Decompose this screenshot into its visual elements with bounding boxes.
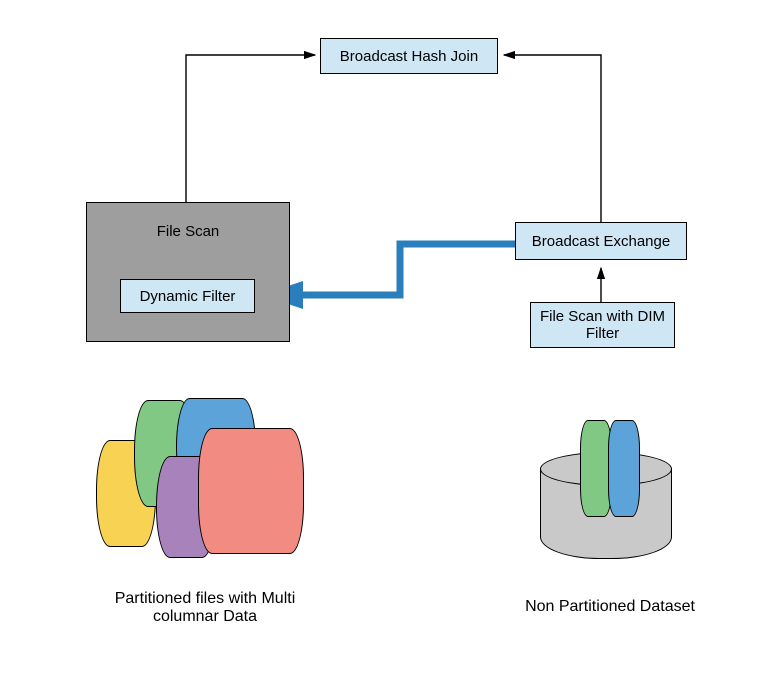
caption-left: Partitioned files with Multi columnar Da…: [90, 590, 320, 626]
caption-right: Non Partitioned Dataset: [520, 598, 700, 616]
edge-exchange-to-dynamicfilter: [268, 244, 515, 295]
file-scan-label: File Scan: [87, 223, 289, 240]
node-dynamic-filter: Dynamic Filter: [120, 279, 255, 313]
partition-column-icon: [198, 428, 304, 554]
diagram-stage: { "nodes": { "broadcast_hash_join": "Bro…: [0, 0, 760, 700]
node-broadcast-hash-join: Broadcast Hash Join: [320, 38, 498, 74]
node-file-scan: File Scan: [86, 202, 290, 342]
node-file-scan-dim: File Scan with DIM Filter: [530, 302, 675, 348]
node-broadcast-exchange: Broadcast Exchange: [515, 222, 687, 260]
edge-filescan-to-join: [186, 55, 315, 202]
dataset-column-icon: [608, 420, 640, 517]
edge-exchange-to-join: [504, 55, 601, 222]
